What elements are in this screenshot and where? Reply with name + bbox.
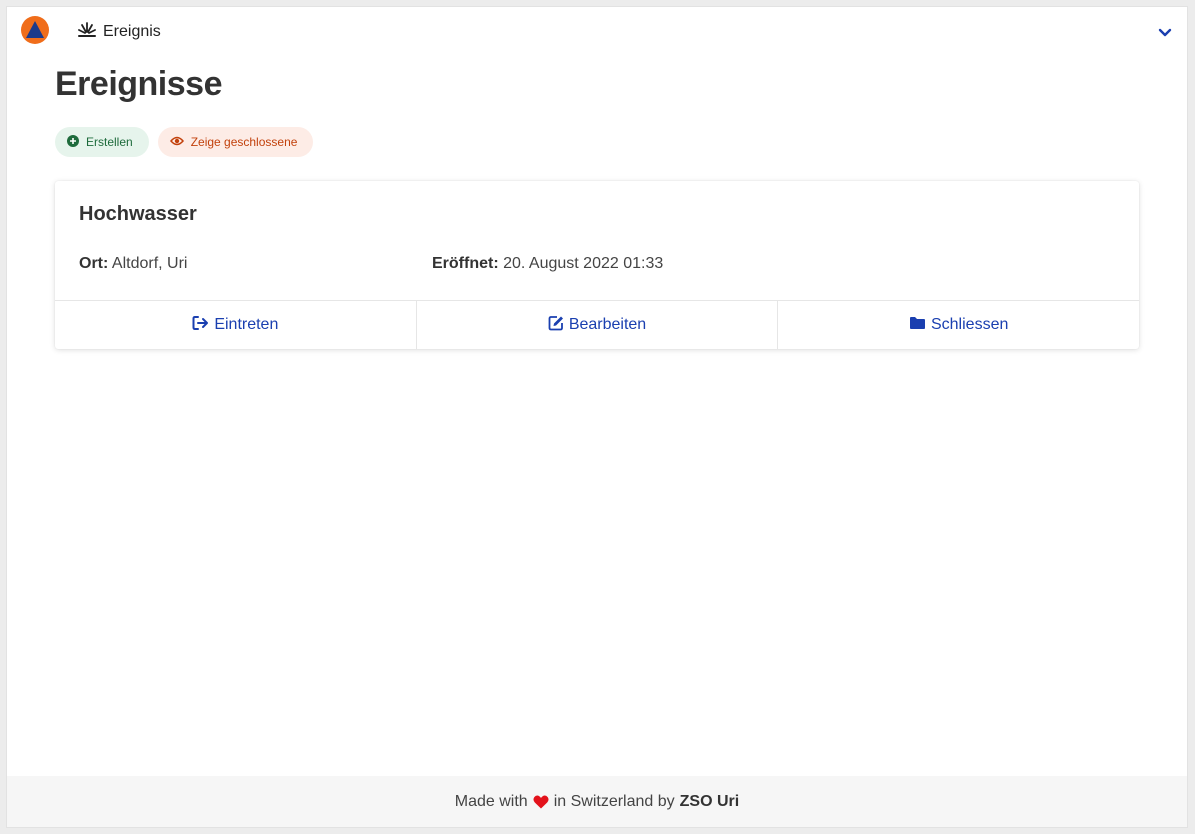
event-location-label: Ort: [79, 255, 109, 272]
edit-button[interactable]: Bearbeiten [417, 301, 779, 349]
event-opened-label: Eröffnet: [432, 255, 499, 272]
page-title: Ereignisse [55, 65, 222, 103]
chevron-down-icon[interactable] [1157, 25, 1173, 41]
footer-suffix: in Switzerland by [553, 792, 675, 810]
civil-protection-logo-icon[interactable] [21, 16, 49, 44]
app-frame: Ereignis Ereignisse Erstellen Zeige gesc… [6, 6, 1188, 828]
footer: Made with in Switzerland by ZSO Uri [7, 776, 1187, 827]
explosion-icon [78, 21, 96, 44]
close-event-button-label: Schliessen [930, 316, 1009, 333]
folder-icon [909, 316, 926, 335]
event-title: Hochwasser [79, 203, 197, 225]
event-card: Hochwasser Ort: Altdorf, Uri Eröffnet: 2… [55, 181, 1139, 349]
footer-org-link[interactable]: ZSO Uri [680, 793, 740, 811]
event-card-actions: Eintreten Bearbeiten Schliessen [55, 300, 1139, 349]
create-button-label: Erstellen [86, 135, 133, 149]
nav-item-label: Ereignis [103, 23, 161, 40]
edit-icon [548, 315, 564, 336]
plus-circle-icon [67, 134, 79, 150]
event-location: Ort: Altdorf, Uri [79, 255, 187, 273]
close-event-button[interactable]: Schliessen [778, 301, 1139, 349]
show-closed-button[interactable]: Zeige geschlossene [157, 127, 314, 157]
show-closed-button-label: Zeige geschlossene [190, 135, 298, 149]
edit-button-label: Bearbeiten [568, 316, 647, 333]
enter-button[interactable]: Eintreten [55, 301, 417, 349]
create-button[interactable]: Erstellen [55, 127, 149, 157]
event-opened-value: 20. August 2022 01:33 [503, 255, 664, 272]
sign-in-icon [192, 315, 209, 336]
eye-icon [169, 135, 184, 150]
event-location-value: Altdorf, Uri [111, 255, 188, 272]
enter-button-label: Eintreten [214, 316, 279, 333]
heart-icon [533, 795, 549, 809]
footer-prefix: Made with [454, 792, 528, 810]
action-chips: Erstellen Zeige geschlossene [55, 127, 314, 157]
event-opened: Eröffnet: 20. August 2022 01:33 [432, 255, 663, 273]
top-navbar: Ereignis [7, 7, 1187, 57]
nav-item-ereignis[interactable]: Ereignis [78, 21, 161, 43]
